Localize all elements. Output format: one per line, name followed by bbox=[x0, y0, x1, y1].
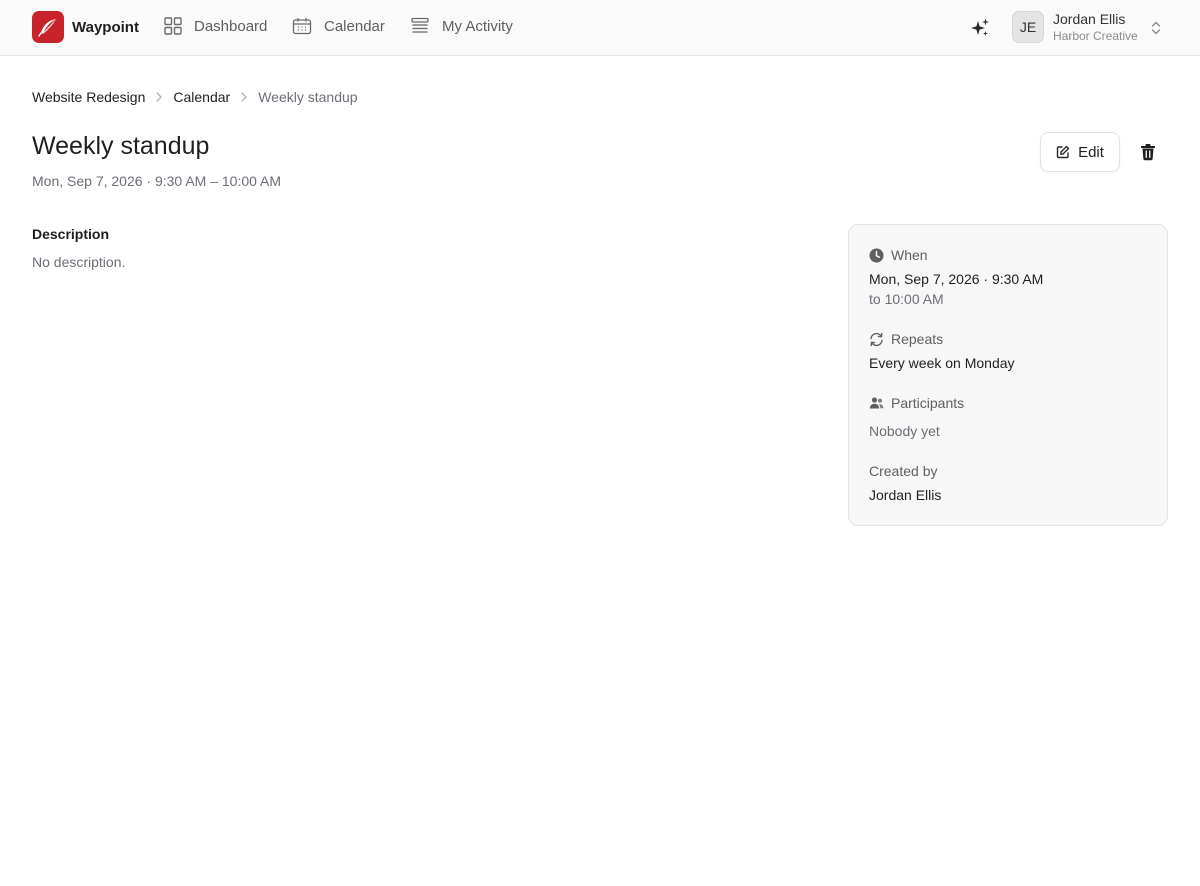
when-end: to 10:00 AM bbox=[869, 291, 944, 307]
description-label: Description bbox=[32, 226, 110, 242]
participants-section: Participants Nobody yet bbox=[869, 395, 964, 439]
repeats-label: Repeats bbox=[891, 331, 944, 347]
calendar-icon bbox=[292, 18, 312, 35]
delete-button[interactable] bbox=[1137, 141, 1159, 163]
created-by-value: Jordan Ellis bbox=[869, 487, 942, 503]
avatar: JE bbox=[1012, 11, 1044, 43]
breadcrumb-current: Weekly standup bbox=[258, 89, 358, 105]
when-label: When bbox=[891, 247, 928, 263]
repeat-icon bbox=[870, 332, 883, 346]
nav-calendar[interactable]: Calendar bbox=[292, 17, 385, 35]
created-by-section: Created by Jordan Ellis bbox=[869, 463, 941, 503]
when-section: When Mon, Sep 7, 2026 · 9:30 AM to 10:00… bbox=[869, 247, 1043, 307]
app-name: Waypoint bbox=[72, 18, 139, 36]
chevron-up-down-icon[interactable] bbox=[1150, 20, 1162, 36]
user-name: Jordan Ellis bbox=[1053, 11, 1126, 27]
when-start: Mon, Sep 7, 2026 · 9:30 AM bbox=[869, 271, 1044, 287]
participants-value: Nobody yet bbox=[869, 423, 940, 439]
repeats-value: Every week on Monday bbox=[869, 355, 1015, 371]
top-navigation-bar: Waypoint Dashboard Calendar My Activity bbox=[0, 0, 1200, 56]
brand[interactable]: Waypoint bbox=[32, 11, 139, 43]
stack-icon bbox=[411, 17, 429, 33]
edit-button-label: Edit bbox=[1078, 143, 1104, 161]
breadcrumb-project[interactable]: Website Redesign bbox=[32, 89, 145, 105]
ai-sparkle-icon[interactable] bbox=[969, 17, 991, 39]
trash-icon bbox=[1141, 144, 1155, 161]
nav-calendar-label: Calendar bbox=[324, 17, 385, 35]
page-title: Weekly standup bbox=[32, 132, 210, 160]
nav-my-activity[interactable]: My Activity bbox=[410, 17, 513, 35]
edit-button[interactable]: Edit bbox=[1040, 132, 1120, 172]
clock-icon bbox=[869, 248, 884, 262]
created-by-label: Created by bbox=[869, 463, 938, 479]
breadcrumb-calendar[interactable]: Calendar bbox=[173, 89, 230, 105]
chevron-right-icon bbox=[240, 91, 248, 103]
description-value: No description. bbox=[32, 254, 126, 270]
repeats-section: Repeats Every week on Monday bbox=[869, 331, 1015, 371]
nav-dashboard[interactable]: Dashboard bbox=[164, 17, 267, 35]
grid-icon bbox=[164, 17, 182, 35]
event-datetime: Mon, Sep 7, 2026 · 9:30 AM – 10:00 AM bbox=[32, 173, 282, 189]
event-details-card: When Mon, Sep 7, 2026 · 9:30 AM to 10:00… bbox=[848, 224, 1168, 526]
breadcrumb: Website Redesign Calendar Weekly standup bbox=[32, 89, 358, 105]
edit-icon bbox=[1056, 145, 1070, 159]
waypoint-logo-icon bbox=[32, 11, 64, 43]
chevron-right-icon bbox=[155, 91, 163, 103]
nav-my-activity-label: My Activity bbox=[442, 17, 513, 35]
nav-dashboard-label: Dashboard bbox=[194, 17, 268, 35]
participants-label: Participants bbox=[891, 395, 965, 411]
user-organization: Harbor Creative bbox=[1053, 29, 1138, 43]
users-icon bbox=[869, 397, 884, 409]
user-switcher[interactable]: JE Jordan Ellis Harbor Creative bbox=[1012, 11, 1138, 43]
